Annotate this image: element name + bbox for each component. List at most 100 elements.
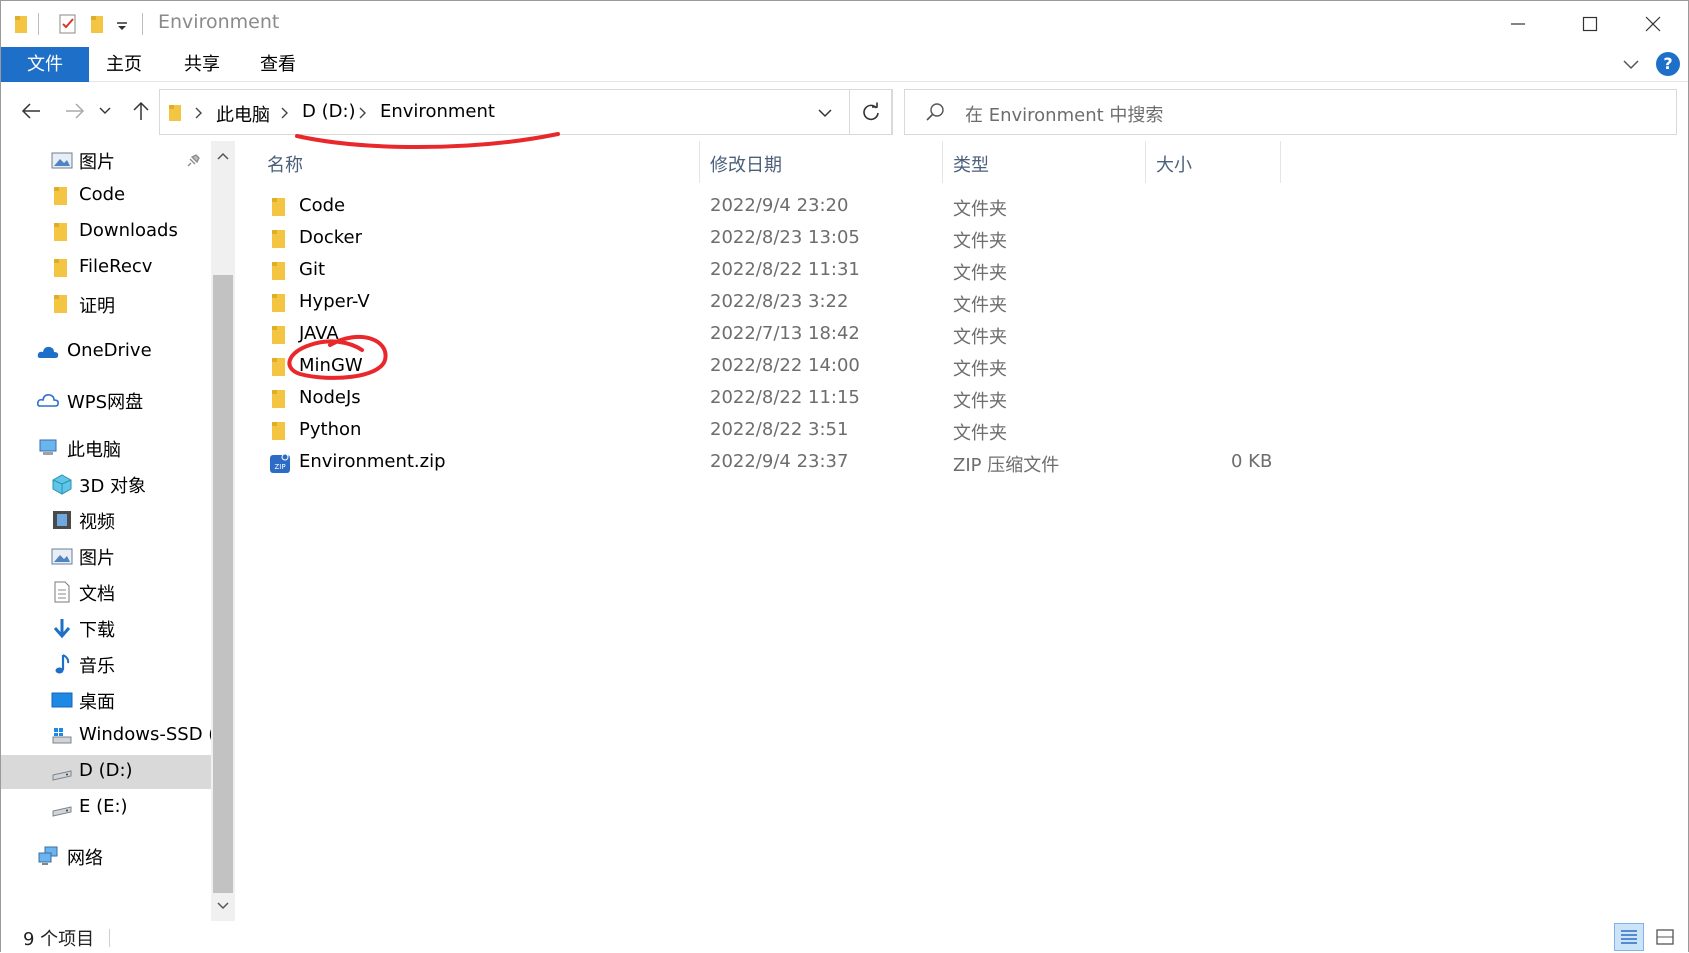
pictures-icon	[51, 548, 73, 565]
tab-file[interactable]: 文件	[1, 47, 89, 82]
sidebar-item-code[interactable]: Code	[1, 179, 211, 213]
sidebar-item-pictures[interactable]: 图片	[1, 539, 211, 573]
file-date: 2022/8/22 11:15	[710, 387, 860, 408]
sidebar-item-wps[interactable]: WPS网盘	[1, 383, 211, 417]
ribbon-tabs: 文件 主页 共享 查看 ?	[1, 47, 1688, 82]
new-folder-icon[interactable]	[89, 13, 107, 35]
refresh-button[interactable]	[849, 89, 893, 135]
file-type: 文件夹	[953, 423, 1007, 444]
sidebar-item-desktop[interactable]: 桌面	[1, 683, 211, 717]
sidebar-item-pictures-quick[interactable]: 图片	[1, 143, 211, 177]
drive-icon	[52, 770, 72, 781]
file-date: 2022/8/22 3:51	[710, 419, 849, 440]
close-button[interactable]	[1617, 1, 1689, 47]
search-box[interactable]: 在 Environment 中搜索	[904, 89, 1677, 135]
chevron-up-icon	[217, 152, 229, 160]
column-header-label: 大小	[1156, 155, 1192, 176]
list-item[interactable]: MinGW 2022/8/22 14:00 文件夹	[235, 351, 1685, 383]
sidebar-scrollbar[interactable]	[211, 141, 235, 921]
desktop-icon	[51, 692, 73, 708]
file-name: Code	[299, 195, 346, 216]
address-bar[interactable]: 此电脑 D (D:) Environment	[159, 89, 892, 135]
search-icon	[925, 102, 945, 126]
details-view-button[interactable]	[1614, 923, 1644, 951]
list-item[interactable]: Python 2022/8/22 3:51 文件夹	[235, 415, 1685, 447]
column-header-date[interactable]: 修改日期	[700, 141, 943, 183]
sidebar-item-e-drive[interactable]: E (E:)	[1, 791, 211, 825]
folder-icon	[54, 187, 67, 205]
file-type: 文件夹	[953, 263, 1007, 284]
breadcrumb-this-pc[interactable]: 此电脑	[216, 101, 270, 127]
folder-icon	[272, 390, 285, 408]
file-list: 名称 修改日期 类型 大小 Code 2022/9/4 23:20 文件夹 Do…	[235, 141, 1685, 921]
large-icons-view-button[interactable]	[1650, 923, 1680, 951]
recent-locations-button[interactable]	[95, 97, 115, 125]
up-button[interactable]	[127, 97, 155, 125]
scroll-down-button[interactable]	[211, 891, 235, 921]
tab-home[interactable]: 主页	[93, 47, 155, 82]
sidebar-item-onedrive[interactable]: OneDrive	[1, 335, 211, 369]
column-header-type[interactable]: 类型	[943, 141, 1146, 183]
list-item[interactable]: Git 2022/8/22 11:31 文件夹	[235, 255, 1685, 287]
sidebar-item-label: Code	[79, 184, 126, 205]
list-item[interactable]: Code 2022/9/4 23:20 文件夹	[235, 191, 1685, 223]
sidebar-item-label: 图片	[79, 152, 115, 173]
customize-toolbar-icon[interactable]	[115, 13, 129, 35]
file-name: Environment.zip	[299, 451, 446, 472]
sidebar-item-downloads[interactable]: Downloads	[1, 215, 211, 249]
sidebar-item-documents[interactable]: 文档	[1, 575, 211, 609]
file-name: NodeJs	[299, 387, 361, 408]
sidebar-item-d-drive[interactable]: D (D:)	[1, 755, 211, 789]
folder-icon	[272, 358, 285, 376]
list-item[interactable]: NodeJs 2022/8/22 11:15 文件夹	[235, 383, 1685, 415]
minimize-button[interactable]	[1482, 1, 1554, 47]
forward-button[interactable]	[61, 97, 89, 125]
breadcrumb-environment[interactable]: Environment	[380, 101, 495, 122]
large-icons-view-icon	[1656, 929, 1674, 945]
sidebar-item-zhengming[interactable]: 证明	[1, 287, 211, 321]
column-header-name[interactable]: 名称	[235, 141, 700, 183]
column-header-size[interactable]: 大小	[1146, 141, 1281, 183]
sidebar-item-label: 音乐	[79, 656, 115, 677]
search-input[interactable]: 在 Environment 中搜索	[965, 101, 1163, 127]
folder-icon	[168, 103, 186, 127]
list-item[interactable]: JAVA 2022/7/13 18:42 文件夹	[235, 319, 1685, 351]
file-date: 2022/8/23 13:05	[710, 227, 860, 248]
properties-icon[interactable]	[57, 13, 79, 35]
address-history-button[interactable]	[808, 96, 842, 130]
network-icon	[38, 846, 58, 865]
expand-ribbon-icon[interactable]	[1620, 53, 1642, 79]
list-item[interactable]: Docker 2022/8/23 13:05 文件夹	[235, 223, 1685, 255]
list-item[interactable]: Hyper-V 2022/8/23 3:22 文件夹	[235, 287, 1685, 319]
breadcrumb-d-drive[interactable]: D (D:)	[302, 101, 356, 122]
svg-text:ZIP: ZIP	[274, 463, 285, 471]
chevron-down-icon	[99, 107, 111, 114]
pin-icon[interactable]	[187, 153, 201, 167]
sidebar-item-filerecv[interactable]: FileRecv	[1, 251, 211, 285]
tab-share[interactable]: 共享	[171, 47, 233, 82]
help-button[interactable]: ?	[1656, 52, 1680, 76]
maximize-button[interactable]	[1554, 1, 1626, 47]
sidebar-item-label: 网络	[67, 848, 103, 869]
back-button[interactable]	[17, 97, 45, 125]
videos-icon	[53, 511, 71, 529]
sidebar-item-label: 文档	[79, 584, 115, 605]
file-name: JAVA	[299, 323, 339, 344]
window-title: Environment	[158, 11, 280, 33]
list-item[interactable]: ZIP Environment.zip 2022/9/4 23:37 ZIP 压…	[235, 447, 1685, 479]
system-drive-icon	[52, 728, 72, 744]
sidebar-item-this-pc[interactable]: 此电脑	[1, 431, 211, 465]
sidebar-item-videos[interactable]: 视频	[1, 503, 211, 537]
pictures-icon	[51, 152, 73, 169]
sidebar-item-windows-ssd[interactable]: Windows-SSD (	[1, 719, 215, 753]
arrow-left-icon	[21, 103, 40, 119]
sidebar-item-network[interactable]: 网络	[1, 839, 211, 873]
sidebar-item-music[interactable]: 音乐	[1, 647, 211, 681]
documents-icon	[54, 581, 70, 603]
cloud-icon	[37, 394, 59, 407]
scroll-up-button[interactable]	[211, 141, 235, 171]
sidebar-item-3d-objects[interactable]: 3D 对象	[1, 467, 211, 501]
sidebar-item-downloads-pc[interactable]: 下载	[1, 611, 211, 645]
tab-view[interactable]: 查看	[247, 47, 309, 82]
scrollbar-thumb[interactable]	[213, 275, 233, 893]
